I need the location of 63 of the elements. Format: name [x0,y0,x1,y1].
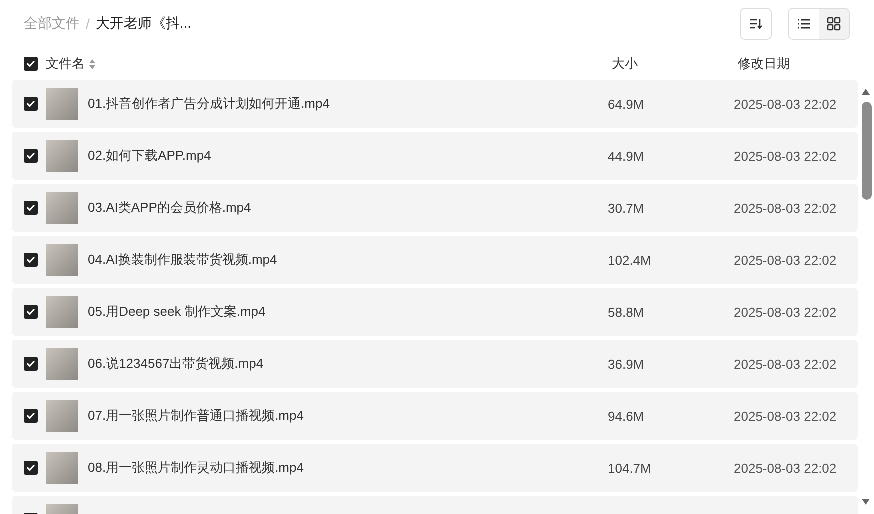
file-name: 04.AI换装制作服装带货视频.mp4 [88,251,278,269]
column-header[interactable]: 文件名 [46,55,96,73]
file-name: 05.用Deep seek 制作文案.mp4 [88,303,267,321]
file-row[interactable]: 03.AI类APP的会员价格.mp4 30.7M 2025-08-03 22:02 [12,184,858,232]
photo-placeholder [46,348,78,380]
file-name: 06.说1234567出带货视频.mp4 [88,355,265,373]
checkbox[interactable] [24,201,38,215]
column-header[interactable]: 大小 [612,55,638,73]
photo-placeholder [46,296,78,328]
checkbox[interactable] [24,305,38,319]
checkbox[interactable] [24,253,38,267]
file-row[interactable]: 08.用一张照片制作灵动口播视频.mp4 104.7M 2025-08-03 22:02 [12,444,858,492]
photo-placeholder [46,244,78,276]
file-size: 36.9M [608,356,646,372]
column-header[interactable]: 修改日期 [738,55,790,73]
photo-placeholder [46,192,78,224]
file-size: 102.4M [608,252,652,268]
file-name: 07.用一张照片制作普通口播视频.mp4 [88,407,305,425]
file-name: 02.如何下载APP.mp4 [88,147,212,165]
checkbox[interactable] [24,409,38,423]
file-name: 01.抖音创作者广告分成计划如何开通.mp4 [88,95,331,113]
sort-icon [749,18,763,30]
file-size: 58.8M [608,304,646,320]
file-row[interactable]: 07.用一张照片制作普通口播视频.mp4 94.6M 2025-08-03 22:02 [12,392,858,440]
photo-placeholder [46,140,78,172]
modified-date: 2025-08-03 22:02 [734,460,838,476]
modified-date: 2025-08-03 22:02 [734,356,838,372]
sort-button[interactable] [740,8,772,40]
modified-date: 2025-08-03 22:02 [734,200,838,216]
modified-date: 2025-08-03 22:02 [734,252,838,268]
checkbox[interactable] [24,97,38,111]
breadcrumb-separator: / [86,16,90,32]
file-row[interactable]: 04.AI换装制作服装带货视频.mp4 102.4M 2025-08-03 22:02 [12,236,858,284]
grid-view-button[interactable] [819,9,849,39]
file-row[interactable]: 06.说1234567出带货视频.mp4 36.9M 2025-08-03 22:02 [12,340,858,388]
file-size: 104.7M [608,460,652,476]
photo-placeholder [46,400,78,432]
file-size: 44.9M [608,148,646,164]
modified-date: 2025-08-03 22:02 [734,408,838,424]
checkbox[interactable] [24,461,38,475]
modified-date: 2025-08-03 22:02 [734,148,838,164]
scrollbar-thumb[interactable] [862,102,872,200]
breadcrumb-link[interactable]: 大开老师《抖... [96,15,192,33]
file-row[interactable]: 01.抖音创作者广告分成计划如何开通.mp4 64.9M 2025-08-03 22:02 [12,80,858,128]
file-name: 08.用一张照片制作灵动口播视频.mp4 [88,459,305,477]
photo-placeholder [46,452,78,484]
scroll-up-icon[interactable] [861,88,871,96]
sort-icon[interactable] [89,58,96,70]
file-size: 94.6M [608,408,646,424]
modified-date: 2025-08-03 22:02 [734,304,838,320]
file-size: 30.7M [608,200,646,216]
checkbox[interactable] [24,57,38,71]
modified-date: 2025-08-03 22:02 [734,96,838,112]
file-row[interactable]: 05.用Deep seek 制作文案.mp4 58.8M 2025-08-03 22:02 [12,288,858,336]
photo-placeholder [46,88,78,120]
checkbox[interactable] [24,357,38,371]
file-size: 64.9M [608,96,646,112]
checkbox[interactable] [24,149,38,163]
list-icon [797,18,811,30]
file-row[interactable]: 02.如何下载APP.mp4 44.9M 2025-08-03 22:02 [12,132,858,180]
grid-icon [827,17,841,31]
scroll-down-icon[interactable] [861,498,871,506]
file-name: 03.AI类APP的会员价格.mp4 [88,199,252,217]
